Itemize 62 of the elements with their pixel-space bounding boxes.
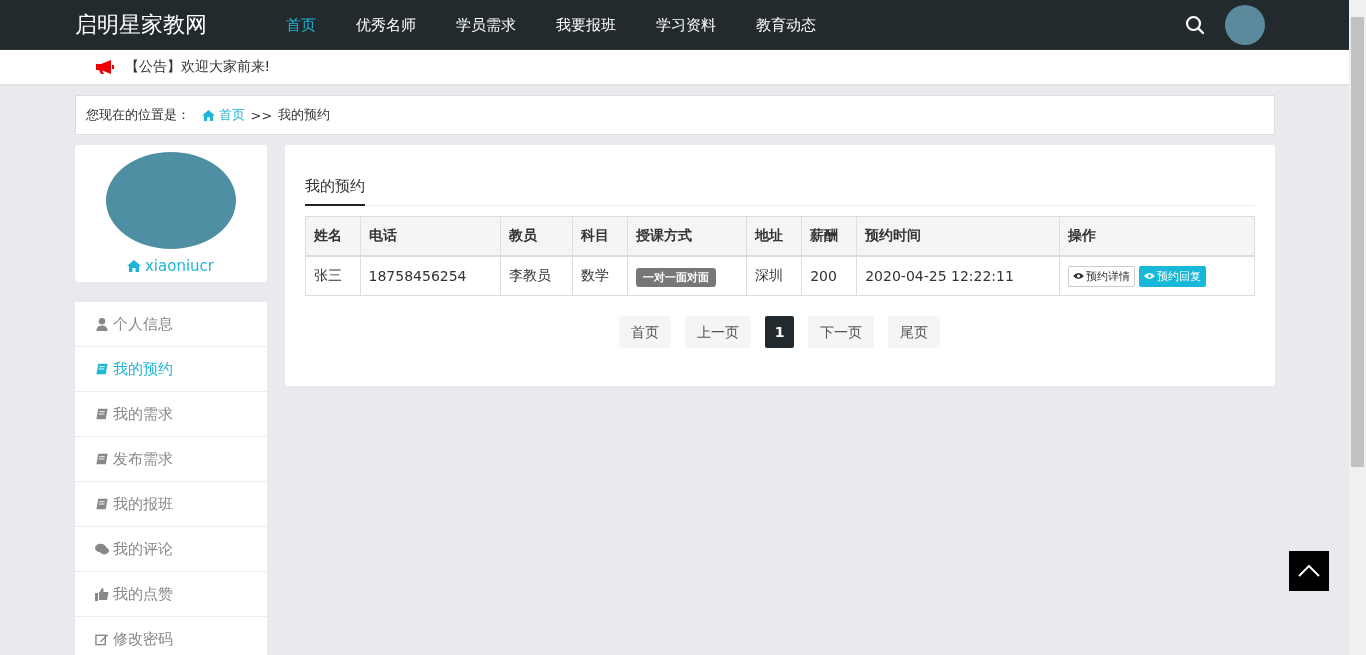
column-header: 电话 [360, 216, 501, 256]
sidebar-item[interactable]: 我的点赞 [74, 572, 267, 617]
column-header: 教员 [500, 216, 573, 256]
book-icon [94, 452, 109, 466]
sidebar-item[interactable]: 我的需求 [74, 392, 267, 437]
eye-icon [1143, 272, 1155, 280]
breadcrumb-separator: >> [250, 107, 273, 123]
speech-bubbles-icon [94, 542, 109, 556]
teaching-mode-tag: 一对一面对面 [636, 267, 717, 287]
eye-icon [1072, 272, 1084, 280]
column-header: 地址 [746, 216, 802, 256]
home-icon [127, 260, 141, 272]
nav-link[interactable]: 学员需求 [455, 15, 516, 35]
table-cell: 数学 [572, 256, 628, 296]
edit-icon [94, 632, 109, 646]
table-cell: 深圳 [746, 256, 802, 296]
scrollbar[interactable] [1349, 0, 1366, 655]
nav-link[interactable]: 我要报班 [555, 15, 616, 35]
nav-link[interactable]: 首页 [285, 15, 316, 35]
sidebar-item[interactable]: 个人信息 [74, 302, 267, 347]
pagination-button[interactable]: 首页 [618, 316, 671, 348]
details-button[interactable]: 预约详情 [1067, 265, 1135, 287]
column-header: 科目 [572, 216, 628, 256]
pagination-button[interactable]: 下一页 [808, 316, 875, 348]
notice-text: 【公告】欢迎大家前来! [124, 58, 271, 76]
nav-link[interactable]: 优秀名师 [355, 15, 416, 35]
nav-link[interactable]: 学习资料 [655, 15, 716, 35]
column-header: 姓名 [305, 216, 361, 256]
table-cell: 200 [801, 256, 857, 296]
sidebar-item[interactable]: 我的报班 [74, 482, 267, 527]
book-icon [94, 407, 109, 421]
tab[interactable]: 我的预约 [304, 177, 365, 206]
username-text: xiaoniucr [145, 257, 214, 275]
search-icon[interactable] [1184, 15, 1205, 35]
column-header: 操作 [1059, 216, 1254, 256]
sidebar-item[interactable]: 发布需求 [74, 437, 267, 482]
chevron-up-icon [1298, 565, 1320, 577]
pagination-button[interactable]: 上一页 [684, 316, 751, 348]
table-cell: 李教员 [500, 256, 573, 296]
column-header: 预约时间 [856, 216, 1060, 256]
breadcrumb-current: 我的预约 [278, 106, 331, 124]
table-cell: 张三 [305, 256, 361, 296]
book-icon [94, 362, 109, 376]
column-header: 薪酬 [801, 216, 857, 256]
sidebar-item[interactable]: 修改密码 [74, 617, 267, 655]
table-cell: 2020-04-25 12:22:11 [856, 256, 1060, 296]
nav-link[interactable]: 教育动态 [755, 15, 816, 35]
megaphone-icon [94, 59, 115, 75]
site-logo[interactable]: 启明星家教网 [74, 10, 286, 40]
breadcrumb-label: 您现在的位置是： [85, 106, 190, 124]
column-header: 授课方式 [627, 216, 747, 256]
thumbs-up-icon [94, 587, 109, 601]
table-cell: 18758456254 [360, 256, 501, 296]
avatar-photo[interactable] [1224, 5, 1265, 45]
book-icon [94, 497, 109, 511]
back-to-top-button[interactable] [1289, 551, 1329, 591]
sidebar-item[interactable]: 我的评论 [74, 527, 267, 572]
user-icon [94, 317, 109, 331]
home-icon [201, 109, 215, 121]
pagination-button[interactable]: 尾页 [888, 316, 941, 348]
pagination-button[interactable]: 1 [764, 316, 795, 348]
breadcrumb-link-text: 首页 [218, 106, 245, 124]
